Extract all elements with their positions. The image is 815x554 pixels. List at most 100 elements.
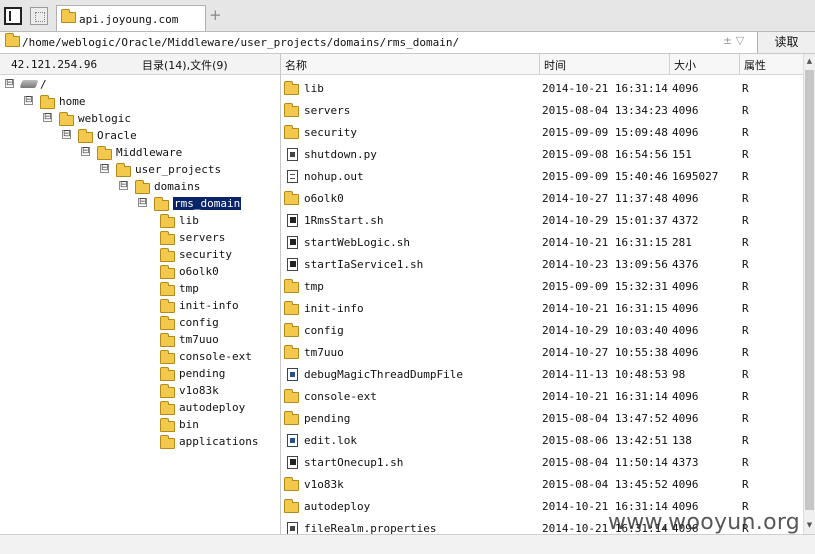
folder-icon [116, 163, 131, 177]
dir-file-counts: 目录(14),文件(9) [142, 59, 228, 72]
folder-icon [284, 499, 299, 513]
table-row[interactable]: shutdown.py 2015-09-08 16:54:56 151 R [281, 144, 803, 166]
collapse-icon[interactable]: ⊟ [62, 130, 71, 139]
server-ip: 42.121.254.96 [11, 58, 98, 71]
table-row[interactable]: nohup.out 2015-09-09 15:40:46 1695027 R [281, 166, 803, 188]
script-icon [287, 214, 298, 227]
table-row[interactable]: servers 2015-08-04 13:34:23 4096 R [281, 100, 803, 122]
folder-icon [61, 9, 76, 23]
table-row[interactable]: startOnecup1.sh 2015-08-04 11:50:14 4373 R [281, 452, 803, 474]
file-time: 2014-10-27 10:55:38 [542, 346, 668, 359]
collapse-icon[interactable]: ⊟ [138, 198, 147, 207]
folder-icon [160, 384, 175, 398]
tree-node-label: pending [179, 367, 226, 380]
file-time: 2014-10-21 16:31:15 [542, 302, 668, 315]
window-icon[interactable] [30, 7, 48, 25]
table-row[interactable]: security 2015-09-09 15:09:48 4096 R [281, 122, 803, 144]
tree-node-label: config [179, 316, 219, 329]
table-row[interactable]: config 2014-10-29 10:03:40 4096 R [281, 320, 803, 342]
table-row[interactable]: 1RmsStart.sh 2014-10-29 15:01:37 4372 R [281, 210, 803, 232]
table-row[interactable]: lib 2014-10-21 16:31:14 4096 R [281, 78, 803, 100]
folder-icon [40, 95, 55, 109]
file-size: 4373 [672, 456, 699, 469]
file-attr: R [742, 346, 749, 359]
tree-node-label: home [59, 95, 86, 108]
file-size: 4096 [672, 302, 699, 315]
table-row[interactable]: o6olk0 2014-10-27 11:37:48 4096 R [281, 188, 803, 210]
folder-icon [59, 112, 74, 126]
file-attr: R [742, 302, 749, 315]
table-row[interactable]: debugMagicThreadDumpFile 2014-11-13 10:48… [281, 364, 803, 386]
file-name: fileRealm.properties [304, 522, 437, 534]
file-attr: R [742, 456, 749, 469]
tree-node-label: Middleware [116, 146, 183, 159]
table-row[interactable]: tm7uuo 2014-10-27 10:55:38 4096 R [281, 342, 803, 364]
column-time[interactable]: 时间 [544, 57, 566, 73]
read-button[interactable]: 读取 [757, 32, 815, 53]
table-row[interactable]: console-ext 2014-10-21 16:31:14 4096 R [281, 386, 803, 408]
collapse-icon[interactable]: ⊟ [100, 164, 109, 173]
tree-node-label: console-ext [179, 350, 252, 363]
scroll-thumb[interactable] [805, 70, 814, 510]
column-separator [739, 54, 740, 74]
file-name: shutdown.py [304, 148, 377, 161]
tree-node-label: / [40, 78, 47, 91]
collapse-icon[interactable]: ⊟ [119, 181, 128, 190]
tree-node-label: weblogic [78, 112, 131, 125]
vertical-scrollbar[interactable]: ▲ ▼ [803, 54, 815, 534]
file-attr: R [742, 170, 749, 183]
folder-icon [284, 125, 299, 139]
file-time: 2014-10-23 13:09:56 [542, 258, 668, 271]
file-size: 4096 [672, 280, 699, 293]
file-size: 4096 [672, 126, 699, 139]
path-input[interactable] [22, 34, 722, 50]
tree-node-label: tmp [179, 282, 199, 295]
folder-icon [160, 350, 175, 364]
file-size: 281 [672, 236, 692, 249]
tab-bar: api.joyoung.com + [0, 0, 815, 32]
file-time: 2014-10-29 10:03:40 [542, 324, 668, 337]
collapse-icon[interactable]: ⊟ [43, 113, 52, 122]
table-row[interactable]: tmp 2015-09-09 15:32:31 4096 R [281, 276, 803, 298]
file-name: autodeploy [304, 500, 371, 513]
file-time: 2015-09-08 16:54:56 [542, 148, 668, 161]
status-strip [0, 534, 815, 554]
collapse-icon[interactable]: ⊟ [24, 96, 33, 105]
scroll-down-icon[interactable]: ▼ [804, 518, 815, 532]
tree-node-label: o6olk0 [179, 265, 219, 278]
file-time: 2015-08-06 13:42:51 [542, 434, 668, 447]
watermark: www.wooyun.org [608, 510, 801, 535]
folder-icon [160, 316, 175, 330]
file-name: security [304, 126, 357, 139]
folder-icon [160, 299, 175, 313]
table-row[interactable]: startWebLogic.sh 2014-10-21 16:31:15 281 R [281, 232, 803, 254]
folder-icon [160, 265, 175, 279]
folder-icon [284, 103, 299, 117]
panel-toggle-icon[interactable] [4, 7, 22, 25]
scroll-up-icon[interactable]: ▲ [804, 54, 815, 68]
collapse-icon[interactable]: ⊟ [81, 147, 90, 156]
folder-icon [284, 389, 299, 403]
file-time: 2015-08-04 13:45:52 [542, 478, 668, 491]
table-row[interactable]: startIaService1.sh 2014-10-23 13:09:56 437… [281, 254, 803, 276]
table-row[interactable]: edit.lok 2015-08-06 13:42:51 138 R [281, 430, 803, 452]
collapse-icon[interactable]: ⊟ [5, 79, 14, 88]
tab-site[interactable]: api.joyoung.com [56, 5, 206, 31]
path-controls[interactable]: ± ▽ [723, 34, 744, 47]
file-name: tmp [304, 280, 324, 293]
column-attr[interactable]: 属性 [744, 57, 766, 73]
folder-icon [284, 411, 299, 425]
column-size[interactable]: 大小 [674, 57, 696, 73]
column-name[interactable]: 名称 [285, 57, 307, 73]
column-separator [669, 54, 670, 74]
table-row[interactable]: init-info 2014-10-21 16:31:15 4096 R [281, 298, 803, 320]
tree-node-label: Oracle [97, 129, 137, 142]
tree-node-label: security [179, 248, 232, 261]
file-time: 2014-10-21 16:31:14 [542, 82, 668, 95]
new-tab-button[interactable]: + [209, 8, 222, 23]
tab-label: api.joyoung.com [79, 13, 179, 26]
file-size: 4096 [672, 324, 699, 337]
folder-icon [160, 333, 175, 347]
table-row[interactable]: pending 2015-08-04 13:47:52 4096 R [281, 408, 803, 430]
table-row[interactable]: v1o83k 2015-08-04 13:45:52 4096 R [281, 474, 803, 496]
